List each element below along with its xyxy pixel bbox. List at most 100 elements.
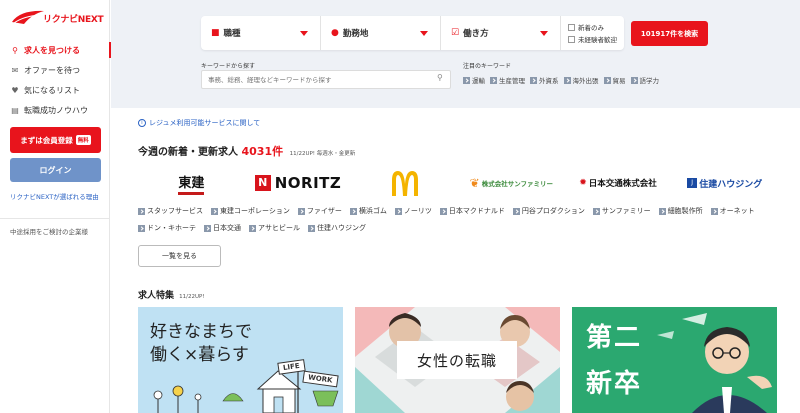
arrow-square-icon — [603, 76, 611, 84]
sidebar-divider — [0, 218, 110, 219]
feature-title-text: 求人特集 — [138, 291, 175, 301]
noritz-mark-icon: N — [254, 175, 271, 191]
attention-keyword[interactable]: 語学力 — [630, 75, 660, 85]
why-chosen-link[interactable]: リクナビNEXTが選ばれる理由 — [10, 191, 99, 201]
sidebar: リクナビNEXT ⚲ 求人を見つける ✉ オファーを待つ ♥ 気になるリスト ▤… — [0, 0, 111, 413]
attention-keywords-label: 注目のキーワード — [463, 63, 512, 70]
sidebar-item-find-jobs[interactable]: ⚲ 求人を見つける — [0, 40, 111, 60]
feature-card-local-life[interactable]: 好きなまちで 働く×暮らす LIFE WORK — [138, 307, 343, 413]
keyword-text: 外資系 — [539, 77, 559, 85]
location-select[interactable]: ● 勤務地 — [321, 16, 441, 50]
arrow-square-icon — [204, 224, 211, 232]
work-style-select[interactable]: ☑ 働き方 — [441, 16, 561, 50]
jyuken-mark-icon: J — [687, 178, 698, 188]
company-tag[interactable]: 東建コーポレーション — [211, 206, 290, 216]
attention-keyword[interactable]: 貿易 — [603, 75, 626, 85]
feature-card-women[interactable]: 女性の転職 — [355, 307, 560, 413]
checkbox-box — [568, 35, 575, 43]
company-tag[interactable]: 細胞製作所 — [658, 206, 703, 216]
attention-keyword[interactable]: 生産管理 — [490, 75, 525, 85]
leaf-icon: ❦ — [469, 176, 480, 190]
company-tag[interactable]: スタッフサービス — [138, 206, 203, 216]
arrow-square-icon — [439, 207, 447, 215]
corporate-link[interactable]: 中途採用をご検討の企業様 — [10, 226, 88, 236]
keyword-text: 運輸 — [472, 77, 485, 85]
section-title-text: 今週の新着・更新求人 — [138, 147, 238, 158]
company-tag[interactable]: 横浜ゴム — [349, 206, 387, 216]
company-tag[interactable]: 日本マクドナルド — [439, 206, 505, 216]
arrow-square-icon — [563, 76, 571, 84]
job-type-select[interactable]: ■ 職種 — [201, 16, 321, 50]
map-pin-icon: ● — [331, 28, 339, 38]
golden-arches-icon — [391, 171, 418, 196]
briefcase-icon: ■ — [211, 28, 220, 38]
inexperienced-checkbox[interactable]: 未経験者歓迎 — [568, 33, 623, 45]
search-bar: ■ 職種 ● 勤務地 ☑ 働き方 新着のみ 未経験者歓迎 — [201, 16, 624, 50]
logo-stripe — [178, 191, 205, 195]
sidebar-item-knowhow[interactable]: ▤ 転職成功ノウハウ — [0, 100, 110, 120]
feature-title: 求人特集 11/22UP! — [138, 288, 205, 301]
book-icon: ▤ — [11, 105, 19, 115]
new-only-label: 新着のみ — [578, 24, 604, 32]
sidebar-item-offers[interactable]: ✉ オファーを待つ — [0, 60, 110, 80]
town-illustration — [153, 363, 339, 413]
tag-text: 日本マクドナルド — [448, 207, 505, 215]
company-logo-mcdonalds[interactable] — [351, 170, 458, 196]
tag-text: 東建コーポレーション — [220, 207, 290, 215]
company-tag[interactable]: ファイザー — [297, 206, 342, 216]
company-tag[interactable]: 円谷プロダクション — [512, 206, 585, 216]
company-logo-text: 住建ハウジング — [699, 179, 763, 190]
company-tag[interactable]: 住建ハウジング — [308, 223, 366, 233]
resume-info-link[interactable]: i レジュメ利用可能サービスに関して — [138, 118, 260, 128]
arrow-square-icon — [138, 207, 145, 215]
arrow-square-icon — [658, 207, 666, 215]
section-count: 4031件 — [241, 145, 284, 158]
company-tag[interactable]: サンファミリー — [592, 206, 651, 216]
company-tag[interactable]: アサヒビール — [249, 223, 300, 233]
register-button[interactable]: まずは会員登録 無料 — [10, 127, 101, 153]
card-headline: 好きなまちで — [150, 322, 252, 342]
info-icon: i — [138, 119, 146, 127]
keyword-text: 語学力 — [639, 77, 660, 85]
company-logo-sunfamily[interactable]: ❦ 株式会社サンファミリー — [458, 176, 565, 190]
company-logo-noritz[interactable]: N NORITZ — [245, 174, 352, 192]
new-only-checkbox[interactable]: 新着のみ — [568, 21, 623, 33]
register-label: まずは会員登録 — [20, 135, 73, 145]
attention-keyword[interactable]: 運輸 — [463, 75, 485, 85]
company-logo-token[interactable]: 東建 — [138, 172, 245, 195]
feature-card-second-grad[interactable]: 第二 新卒 — [572, 307, 777, 413]
keyword-text: 貿易 — [612, 77, 626, 85]
keyword-input[interactable] — [201, 70, 451, 89]
login-button[interactable]: ログイン — [10, 158, 101, 182]
view-all-button[interactable]: 一覧を見る — [138, 245, 221, 267]
heart-icon: ♥ — [11, 85, 19, 95]
search-icon[interactable]: ⚲ — [437, 73, 443, 82]
tag-text: 円谷プロダクション — [521, 207, 585, 215]
card-title-box: 女性の転職 — [397, 341, 517, 379]
company-tag[interactable]: 日本交通 — [204, 223, 241, 233]
arrow-square-icon — [308, 224, 315, 232]
attention-keywords: 運輸 生産管理 外資系 海外出張 貿易 語学力 — [463, 75, 659, 85]
company-logo-nihonkotsu[interactable]: ✹ 日本交通株式会社 — [565, 177, 672, 189]
tag-text: 横浜ゴム — [358, 207, 387, 215]
card-headline: 第二 — [586, 323, 643, 353]
tag-text: ドン・キホーテ — [147, 224, 196, 232]
search-button[interactable]: 101917件を検索 — [631, 21, 708, 46]
tag-text: ノーリツ — [403, 207, 432, 215]
sidebar-item-favorites[interactable]: ♥ 気になるリスト — [0, 80, 110, 100]
attention-keyword[interactable]: 外資系 — [530, 75, 559, 85]
company-tag[interactable]: ノーリツ — [394, 206, 432, 216]
company-tag[interactable]: ドン・キホーテ — [138, 223, 196, 233]
attention-keyword[interactable]: 海外出張 — [563, 75, 599, 85]
company-logo-text: 日本交通株式会社 — [588, 179, 657, 189]
section-title: 今週の新着・更新求人 4031件 11/22UP! 毎週水・金更新 — [138, 143, 355, 159]
location-label: 勤務地 — [342, 29, 369, 39]
arrow-square-icon — [138, 224, 145, 232]
feature-date: 11/22UP! — [179, 294, 205, 300]
company-tag[interactable]: オーネット — [710, 206, 755, 216]
arrow-square-icon — [710, 207, 718, 215]
card-headline: 女性の転職 — [416, 351, 497, 370]
company-logos: 東建 N NORITZ ❦ 株式会社サンファミリー ✹ 日本交通株式会社 J 住… — [138, 168, 778, 198]
company-logo-jyuken[interactable]: J 住建ハウジング — [671, 177, 778, 190]
tag-text: オーネット — [719, 207, 755, 215]
